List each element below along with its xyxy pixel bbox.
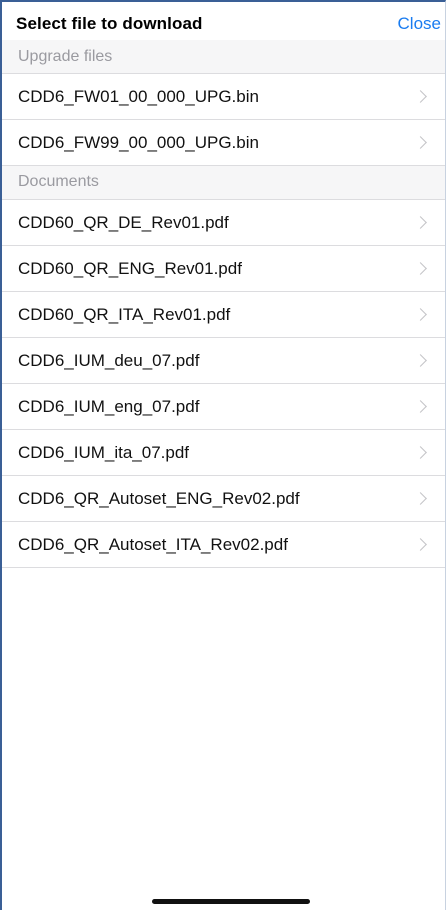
list-item[interactable]: CDD60_QR_ENG_Rev01.pdf xyxy=(2,246,445,292)
file-name: CDD60_QR_DE_Rev01.pdf xyxy=(18,212,229,232)
list-item[interactable]: CDD6_QR_Autoset_ITA_Rev02.pdf xyxy=(2,522,445,568)
file-name: CDD6_FW01_00_000_UPG.bin xyxy=(18,86,259,106)
chevron-right-icon xyxy=(414,216,427,229)
list-item[interactable]: CDD60_QR_ITA_Rev01.pdf xyxy=(2,292,445,338)
list-item[interactable]: CDD6_IUM_deu_07.pdf xyxy=(2,338,445,384)
list-item[interactable]: CDD6_IUM_ita_07.pdf xyxy=(2,430,445,476)
list-item[interactable]: CDD6_FW99_00_000_UPG.bin xyxy=(2,120,445,166)
download-file-sheet: Select file to download Close Upgrade fi… xyxy=(0,0,446,910)
chevron-right-icon xyxy=(414,492,427,505)
list-item[interactable]: CDD6_IUM_eng_07.pdf xyxy=(2,384,445,430)
list-item[interactable]: CDD6_FW01_00_000_UPG.bin xyxy=(2,74,445,120)
section-header-upgrade-files: Upgrade files xyxy=(2,40,445,74)
section-header-documents: Documents xyxy=(2,166,445,200)
file-name: CDD6_IUM_eng_07.pdf xyxy=(18,396,200,416)
file-name: CDD6_QR_Autoset_ITA_Rev02.pdf xyxy=(18,534,288,554)
file-name: CDD6_QR_Autoset_ENG_Rev02.pdf xyxy=(18,488,300,508)
chevron-right-icon xyxy=(414,446,427,459)
chevron-right-icon xyxy=(414,90,427,103)
home-indicator[interactable] xyxy=(152,899,310,904)
file-name: CDD6_IUM_ita_07.pdf xyxy=(18,442,190,462)
chevron-right-icon xyxy=(414,308,427,321)
file-name: CDD6_FW99_00_000_UPG.bin xyxy=(18,132,259,152)
chevron-right-icon xyxy=(414,262,427,275)
file-name: CDD60_QR_ITA_Rev01.pdf xyxy=(18,304,231,324)
list-item[interactable]: CDD60_QR_DE_Rev01.pdf xyxy=(2,200,445,246)
file-name: CDD6_IUM_deu_07.pdf xyxy=(18,350,200,370)
file-name: CDD60_QR_ENG_Rev01.pdf xyxy=(18,258,242,278)
page-title: Select file to download xyxy=(16,13,203,33)
chevron-right-icon xyxy=(414,400,427,413)
file-list: Upgrade files CDD6_FW01_00_000_UPG.bin C… xyxy=(2,40,445,568)
list-item[interactable]: CDD6_QR_Autoset_ENG_Rev02.pdf xyxy=(2,476,445,522)
chevron-right-icon xyxy=(414,136,427,149)
close-button[interactable]: Close xyxy=(388,8,445,40)
chevron-right-icon xyxy=(414,538,427,551)
chevron-right-icon xyxy=(414,354,427,367)
